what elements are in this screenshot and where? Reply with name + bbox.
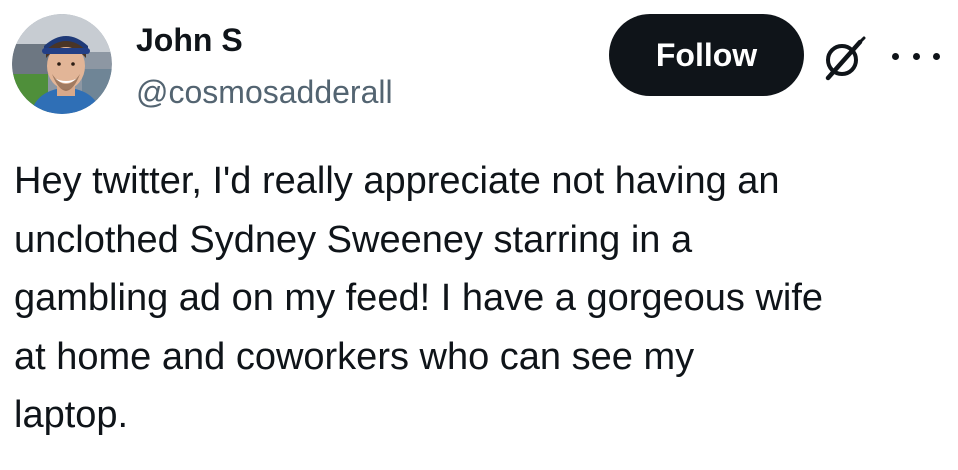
- more-dot: [892, 52, 899, 60]
- avatar[interactable]: [12, 14, 112, 114]
- grok-icon[interactable]: [820, 36, 868, 82]
- more-horizontal-icon[interactable]: [892, 44, 940, 68]
- author-display-name[interactable]: John S: [136, 20, 243, 60]
- more-dot: [933, 52, 940, 60]
- follow-button[interactable]: Follow: [609, 14, 804, 96]
- avatar-image: [12, 14, 112, 114]
- tweet-card: John S @cosmosadderall Follow Hey twitte…: [0, 0, 958, 470]
- tweet-text: Hey twitter, I'd really appreciate not h…: [14, 160, 824, 436]
- author-handle[interactable]: @cosmosadderall: [136, 72, 393, 112]
- more-dot: [912, 52, 920, 60]
